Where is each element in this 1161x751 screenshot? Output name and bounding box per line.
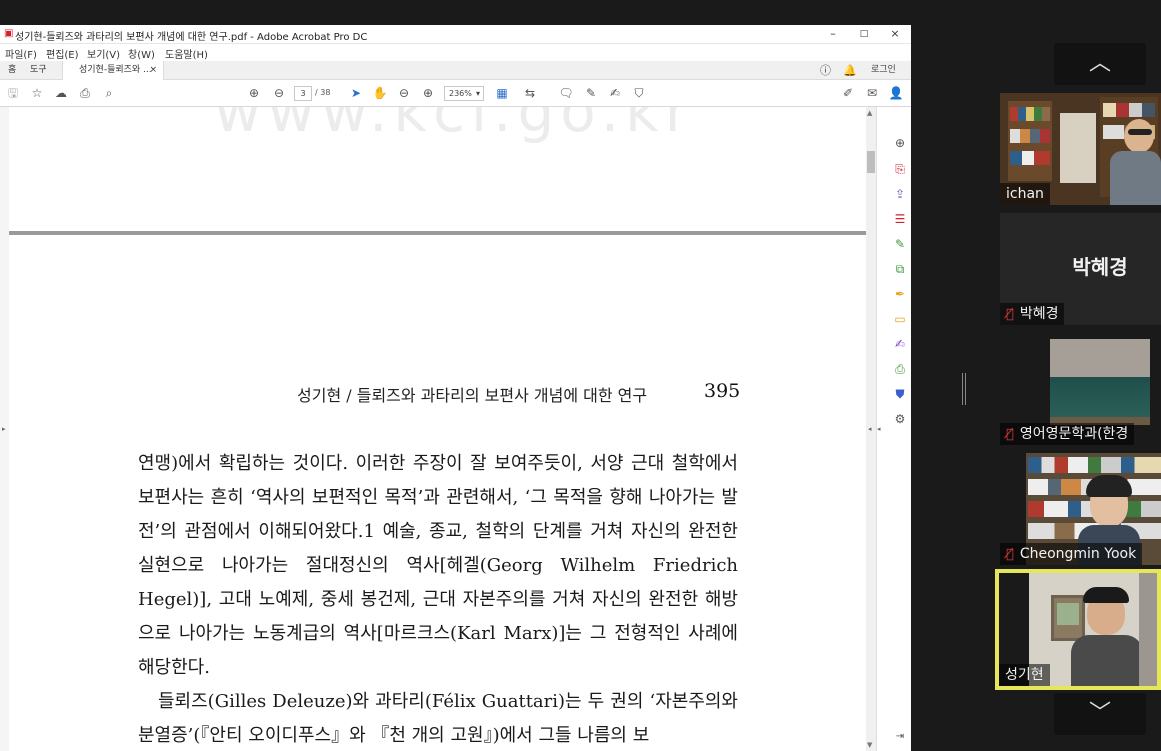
comment-tool-icon[interactable]: ▭ bbox=[892, 311, 908, 327]
maximize-button[interactable]: □ bbox=[849, 26, 879, 42]
tab-home[interactable]: 홈 bbox=[8, 61, 16, 80]
tools-pane: ⊕ ⎘ ⇪ ☰ ✎ ⧉ ✒ ▭ ✍ ⎙ ⛊ ⚙ ◂ ⇥ bbox=[876, 107, 911, 751]
cloud-upload-icon[interactable]: ☁ bbox=[53, 85, 69, 101]
zoom-level-value: 236% bbox=[449, 89, 472, 98]
participant-display-name: 박혜경 bbox=[1072, 255, 1128, 279]
vertical-scrollbar[interactable]: ▲ ◂ ▼ bbox=[866, 107, 876, 751]
close-button[interactable]: × bbox=[880, 26, 910, 42]
muted-microphone-icon: 🎙̸ bbox=[1006, 307, 1014, 322]
search-icon[interactable]: ⌕ bbox=[101, 85, 117, 101]
menu-file[interactable]: 파일(F) bbox=[5, 46, 37, 61]
share-user-icon[interactable]: 👤 bbox=[888, 85, 904, 101]
left-panel-strip[interactable]: ▸ bbox=[0, 107, 9, 751]
screen: ▣ 성기현-들뢰즈와 과타리의 보편사 개념에 대한 연구.pdf - Adob… bbox=[0, 0, 1161, 751]
page-watermark: www.kci.go.kr bbox=[214, 107, 695, 145]
print-production-icon[interactable]: ⎙ bbox=[892, 361, 908, 377]
muted-microphone-icon: 🎙̸ bbox=[1006, 427, 1014, 442]
participant-name: 🎙̸ 영어영문학과(한경 bbox=[1000, 423, 1135, 445]
participant-tile[interactable]: ichan bbox=[1000, 93, 1161, 205]
participant-tile-active-speaker[interactable]: 성기현 bbox=[995, 569, 1161, 690]
zoom-tool-icon[interactable]: ⊕ bbox=[892, 135, 908, 151]
menu-view[interactable]: 보기(V) bbox=[87, 46, 120, 61]
menu-window[interactable]: 창(W) bbox=[128, 46, 155, 61]
page-display-icon[interactable]: ▦ bbox=[494, 85, 510, 101]
edit-pdf-icon[interactable]: ✎ bbox=[892, 236, 908, 252]
gallery-up-button[interactable]: ︿ bbox=[1054, 43, 1146, 85]
zoom-out-icon[interactable]: ⊖ bbox=[396, 85, 412, 101]
minimize-button[interactable]: – bbox=[818, 26, 848, 42]
page-separator bbox=[9, 231, 866, 235]
pdf-file-icon: ▣ bbox=[4, 28, 14, 39]
scroll-down-icon[interactable]: ▼ bbox=[867, 741, 872, 749]
export-pdf-icon[interactable]: ⇪ bbox=[892, 186, 908, 202]
main-toolbar: 🖫 ☆ ☁ ⎙ ⌕ ⊕ ⊖ 3 / 38 ➤ ✋ ⊖ ⊕ 236% ▾ ▦ ⇆ … bbox=[0, 80, 911, 107]
fill-sign-icon[interactable]: ✐ bbox=[840, 85, 856, 101]
scrollbar-thumb[interactable] bbox=[867, 151, 875, 173]
body-text: 연맹)에서 확립하는 것이다. 이러한 주장이 잘 보여주듯이, 서양 근대 철… bbox=[138, 447, 738, 751]
page-view[interactable]: www.kci.go.kr 성기현 / 들뢰즈와 과타리의 보편사 개념에 대한… bbox=[9, 107, 866, 751]
hand-tool-icon[interactable]: ✋ bbox=[372, 85, 388, 101]
page-number-input[interactable]: 3 bbox=[294, 86, 312, 101]
participant-tile[interactable]: 🎙̸ Cheongmin Yook bbox=[1000, 453, 1161, 565]
next-page-icon[interactable]: ⊖ bbox=[271, 85, 287, 101]
acrobat-window: ▣ 성기현-들뢰즈와 과타리의 보편사 개념에 대한 연구.pdf - Adob… bbox=[0, 25, 911, 751]
menu-bar: 파일(F) 편집(E) 보기(V) 창(W) 도움말(H) bbox=[0, 44, 911, 61]
collapse-right-panel-icon[interactable]: ◂ bbox=[868, 425, 872, 433]
page-number: 395 bbox=[704, 380, 741, 402]
combine-files-icon[interactable]: ⧉ bbox=[892, 261, 908, 277]
menu-edit[interactable]: 편집(E) bbox=[46, 46, 79, 61]
page-total: / 38 bbox=[315, 88, 331, 97]
notification-bell-icon[interactable]: 🔔 bbox=[843, 61, 857, 80]
chevron-down-icon: ▾ bbox=[475, 89, 480, 98]
running-head: 성기현 / 들뢰즈와 과타리의 보편사 개념에 대한 연구 bbox=[297, 386, 648, 405]
pane-collapse-icon[interactable]: ⇥ bbox=[892, 729, 908, 745]
title-bar: ▣ 성기현-들뢰즈와 과타리의 보편사 개념에 대한 연구.pdf - Adob… bbox=[0, 25, 911, 44]
save-icon[interactable]: 🖫 bbox=[5, 85, 21, 101]
more-tools-icon[interactable]: ⚙ bbox=[892, 411, 908, 427]
fill-and-sign-icon[interactable]: ✍ bbox=[892, 336, 908, 352]
scroll-up-icon[interactable]: ▲ bbox=[867, 109, 872, 117]
highlight-pen-icon[interactable]: ✎ bbox=[583, 85, 599, 101]
paragraph: 들뢰즈(Gilles Deleuze)와 과타리(Félix Guattari)… bbox=[138, 691, 738, 746]
paragraph: 연맹)에서 확립하는 것이다. 이러한 주장이 잘 보여주듯이, 서양 근대 철… bbox=[138, 453, 738, 678]
organize-pages-icon[interactable]: ☰ bbox=[892, 211, 908, 227]
comment-icon[interactable]: 🗨 bbox=[558, 85, 574, 101]
muted-microphone-icon: 🎙̸ bbox=[1006, 547, 1014, 562]
request-signature-icon[interactable]: ✒ bbox=[892, 286, 908, 302]
splitter-handle[interactable] bbox=[962, 373, 966, 405]
participant-name: ichan bbox=[1000, 183, 1050, 205]
participant-name: 🎙̸ Cheongmin Yook bbox=[1000, 543, 1143, 565]
participant-tile[interactable]: 🎙̸ 영어영문학과(한경 bbox=[1000, 333, 1161, 445]
help-icon[interactable]: ⓘ bbox=[820, 61, 831, 80]
print-icon[interactable]: ⎙ bbox=[77, 85, 93, 101]
pane-toggle-icon[interactable]: ◂ bbox=[877, 425, 881, 433]
document-area: ▸ www.kci.go.kr 성기현 / 들뢰즈와 과타리의 보편사 개념에 … bbox=[0, 107, 876, 751]
sign-in-link[interactable]: 로그인 bbox=[871, 61, 896, 80]
tab-document[interactable]: 성기현-들뢰즈와 ... × bbox=[62, 61, 164, 80]
zoom-level-select[interactable]: 236% ▾ bbox=[444, 86, 484, 101]
tab-close-icon[interactable]: × bbox=[149, 61, 157, 80]
participant-name: 성기현 bbox=[999, 664, 1050, 686]
menu-help[interactable]: 도움말(H) bbox=[165, 46, 208, 61]
window-title: 성기현-들뢰즈와 과타리의 보편사 개념에 대한 연구.pdf - Adobe … bbox=[15, 32, 368, 43]
participant-tile[interactable]: 박혜경 🎙̸ 박혜경 bbox=[1000, 213, 1161, 325]
bookmark-star-icon[interactable]: ☆ bbox=[29, 85, 45, 101]
tab-bar: 홈 도구 성기현-들뢰즈와 ... × ⓘ 🔔 로그인 bbox=[0, 61, 911, 80]
expand-left-panel-icon[interactable]: ▸ bbox=[2, 425, 6, 433]
email-icon[interactable]: ✉ bbox=[864, 85, 880, 101]
create-pdf-icon[interactable]: ⎘ bbox=[892, 161, 908, 177]
gallery-down-button[interactable]: ﹀ bbox=[1054, 693, 1146, 735]
stamp-icon[interactable]: ⛉ bbox=[631, 85, 647, 101]
scroll-mode-icon[interactable]: ⇆ bbox=[522, 85, 538, 101]
select-cursor-icon[interactable]: ➤ bbox=[348, 85, 364, 101]
tab-document-label: 성기현-들뢰즈와 ... bbox=[79, 65, 152, 75]
sign-icon[interactable]: ✍ bbox=[607, 85, 623, 101]
protect-icon[interactable]: ⛊ bbox=[892, 386, 908, 402]
tab-tools[interactable]: 도구 bbox=[30, 61, 47, 80]
previous-page-icon[interactable]: ⊕ bbox=[246, 85, 262, 101]
zoom-in-icon[interactable]: ⊕ bbox=[420, 85, 436, 101]
participant-name: 🎙̸ 박혜경 bbox=[1000, 303, 1065, 325]
